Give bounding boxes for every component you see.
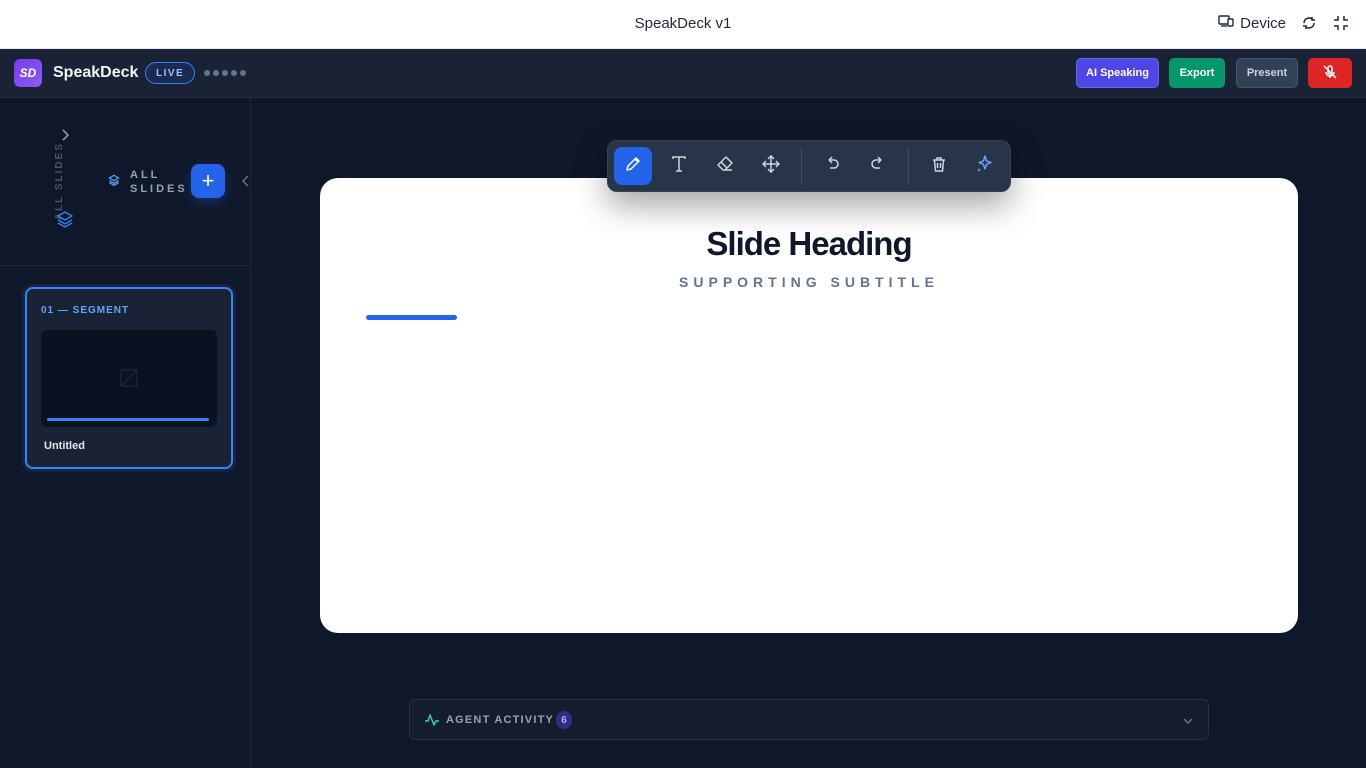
image-placeholder-icon: [119, 368, 139, 393]
slide-heading[interactable]: Slide Heading: [320, 225, 1298, 263]
agent-activity-panel[interactable]: AGENT ACTIVITY 6: [409, 699, 1209, 740]
redo-button[interactable]: [859, 147, 897, 185]
toolbar-divider: [801, 147, 802, 185]
drawing-toolbar: [607, 140, 1011, 192]
chevron-left-icon: [240, 175, 250, 192]
device-label: Device: [1240, 14, 1286, 32]
rotate-icon[interactable]: [1300, 14, 1318, 32]
mic-off-icon: [1322, 64, 1338, 83]
slide-card-title: Untitled: [44, 440, 85, 452]
move-icon: [761, 154, 781, 178]
pencil-tool-button[interactable]: [614, 147, 652, 185]
ai-magic-button[interactable]: [966, 147, 1004, 185]
status-dot: [213, 70, 219, 76]
activity-icon: [424, 712, 440, 733]
undo-icon: [823, 155, 841, 178]
agent-activity-label: AGENT ACTIVITY: [446, 714, 555, 726]
eraser-tool-button[interactable]: [706, 147, 744, 185]
collapse-sidebar-button[interactable]: [240, 174, 254, 190]
undo-button[interactable]: [813, 147, 851, 185]
toolbar-divider: [908, 147, 909, 185]
all-slides-label: ALL SLIDES: [130, 169, 188, 195]
collapsed-slides-rail[interactable]: ALL SLIDES: [54, 128, 78, 230]
present-button[interactable]: Present: [1236, 58, 1298, 88]
brand-name: SpeakDeck: [53, 64, 139, 81]
window-controls: Device: [1218, 14, 1350, 32]
redo-icon: [869, 155, 887, 178]
trash-icon: [930, 155, 948, 178]
add-slide-button[interactable]: +: [191, 164, 225, 198]
mic-off-button[interactable]: [1308, 58, 1352, 88]
slides-sidebar: ALL SLIDES ALL SLIDES + 01 — SEGMENT Unt…: [0, 98, 251, 768]
text-icon: [670, 155, 688, 178]
chevron-down-icon: [1182, 714, 1194, 732]
status-dot: [222, 70, 228, 76]
sidebar-header: ALL SLIDES ALL SLIDES +: [0, 98, 251, 266]
agent-activity-count-badge: 6: [556, 711, 572, 729]
export-button[interactable]: Export: [1169, 58, 1225, 88]
device-button[interactable]: Device: [1218, 14, 1286, 32]
window-titlebar: SpeakDeck v1 Device: [0, 0, 1366, 49]
layers-icon: [108, 173, 120, 191]
slide-canvas[interactable]: Slide Heading SUPPORTING SUBTITLE: [320, 178, 1298, 633]
delete-button[interactable]: [920, 147, 958, 185]
eraser-icon: [716, 155, 734, 178]
status-dot: [231, 70, 237, 76]
all-slides-header: ALL SLIDES: [108, 168, 190, 196]
slide-accent-bar: [366, 315, 457, 320]
slide-segment-tag: 01 — SEGMENT: [41, 305, 130, 316]
slide-preview: [41, 330, 217, 427]
status-dot: [204, 70, 210, 76]
fullscreen-exit-icon[interactable]: [1332, 14, 1350, 32]
status-dots: [204, 70, 246, 76]
app-logo: SD: [14, 59, 42, 87]
window-title: SpeakDeck v1: [634, 15, 732, 32]
device-icon: [1218, 14, 1234, 32]
ai-speaking-button[interactable]: AI Speaking: [1076, 58, 1159, 88]
sparkles-icon: [975, 154, 995, 179]
text-tool-button[interactable]: [660, 147, 698, 185]
vertical-slides-label: ALL SLIDES: [54, 142, 65, 221]
status-dot: [240, 70, 246, 76]
app-header: SD SpeakDeck LIVE AI Speaking Export Pre…: [0, 49, 1366, 98]
move-tool-button[interactable]: [752, 147, 790, 185]
preview-accent-bar: [47, 418, 209, 421]
layers-icon: [56, 210, 74, 233]
slide-thumbnail-card[interactable]: 01 — SEGMENT Untitled: [25, 287, 233, 469]
slide-subtitle[interactable]: SUPPORTING SUBTITLE: [320, 274, 1298, 290]
live-badge: LIVE: [145, 62, 196, 84]
pencil-icon: [624, 155, 642, 178]
